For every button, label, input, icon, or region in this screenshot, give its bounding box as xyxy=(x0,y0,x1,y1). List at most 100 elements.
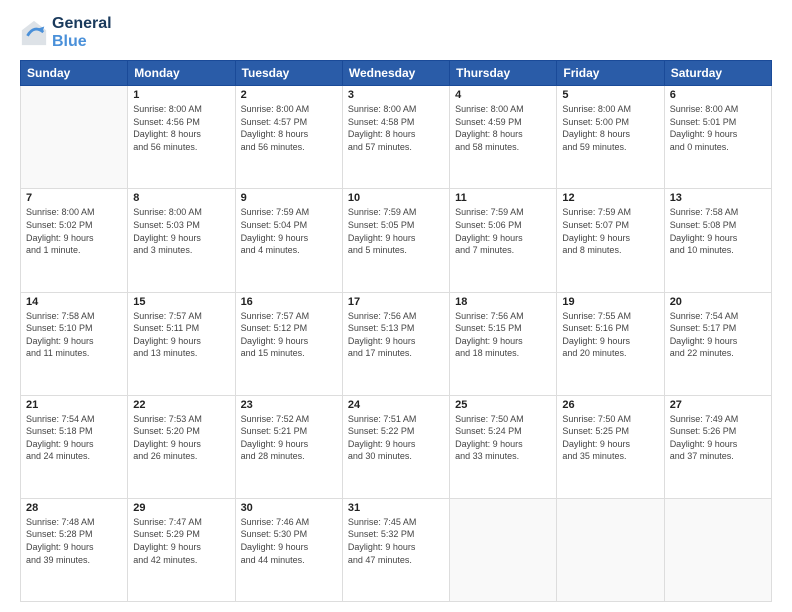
day-number: 28 xyxy=(26,502,122,514)
day-info: Sunrise: 7:45 AMSunset: 5:32 PMDaylight:… xyxy=(348,516,444,566)
day-info: Sunrise: 7:47 AMSunset: 5:29 PMDaylight:… xyxy=(133,516,229,566)
weekday-header-tuesday: Tuesday xyxy=(235,61,342,86)
calendar-cell: 11 Sunrise: 7:59 AMSunset: 5:06 PMDayligh… xyxy=(450,189,557,292)
day-info: Sunrise: 7:48 AMSunset: 5:28 PMDaylight:… xyxy=(26,516,122,566)
day-info: Sunrise: 7:54 AMSunset: 5:17 PMDaylight:… xyxy=(670,310,766,360)
calendar-cell: 9Sunrise: 7:59 AMSunset: 5:04 PMDaylight… xyxy=(235,189,342,292)
day-number: 2 xyxy=(241,89,337,101)
calendar-cell: 8 Sunrise: 8:00 AMSunset: 5:03 PMDaylight… xyxy=(128,189,235,292)
calendar-cell: 2 Sunrise: 8:00 AMSunset: 4:57 PMDaylight… xyxy=(235,86,342,189)
day-number: 17 xyxy=(348,296,444,308)
calendar-cell: 26 Sunrise: 7:50 AMSunset: 5:25 PMDayligh… xyxy=(557,395,664,498)
calendar-cell: 28 Sunrise: 7:48 AMSunset: 5:28 PMDayligh… xyxy=(21,498,128,601)
calendar-cell: 19 Sunrise: 7:55 AMSunset: 5:16 PMDayligh… xyxy=(557,292,664,395)
day-info: Sunrise: 7:59 AMSunset: 5:04 PMDaylight:… xyxy=(241,206,337,256)
calendar-cell: 5Sunrise: 8:00 AMSunset: 5:00 PMDaylight… xyxy=(557,86,664,189)
calendar-table: SundayMondayTuesdayWednesdayThursdayFrid… xyxy=(20,60,772,602)
calendar-cell: 10 Sunrise: 7:59 AMSunset: 5:05 PMDayligh… xyxy=(342,189,449,292)
calendar-cell: 12Sunrise: 7:59 AMSunset: 5:07 PMDayligh… xyxy=(557,189,664,292)
day-number: 16 xyxy=(241,296,337,308)
calendar-cell: 15 Sunrise: 7:57 AMSunset: 5:11 PMDayligh… xyxy=(128,292,235,395)
weekday-header-row: SundayMondayTuesdayWednesdayThursdayFrid… xyxy=(21,61,772,86)
day-info: Sunrise: 7:53 AMSunset: 5:20 PMDaylight:… xyxy=(133,413,229,463)
logo: General Blue xyxy=(20,15,112,50)
day-info: Sunrise: 8:00 AMSunset: 4:59 PMDaylight:… xyxy=(455,103,551,153)
calendar-cell: 31 Sunrise: 7:45 AMSunset: 5:32 PMDayligh… xyxy=(342,498,449,601)
day-number: 8 xyxy=(133,192,229,204)
day-number: 23 xyxy=(241,399,337,411)
calendar-cell xyxy=(664,498,771,601)
week-row-2: 7Sunrise: 8:00 AMSunset: 5:02 PMDaylight… xyxy=(21,189,772,292)
day-info: Sunrise: 7:49 AMSunset: 5:26 PMDaylight:… xyxy=(670,413,766,463)
day-info: Sunrise: 8:00 AMSunset: 5:02 PMDaylight:… xyxy=(26,206,122,256)
day-info: Sunrise: 7:58 AMSunset: 5:10 PMDaylight:… xyxy=(26,310,122,360)
day-number: 3 xyxy=(348,89,444,101)
day-info: Sunrise: 7:55 AMSunset: 5:16 PMDaylight:… xyxy=(562,310,658,360)
calendar-cell: 24Sunrise: 7:51 AMSunset: 5:22 PMDayligh… xyxy=(342,395,449,498)
week-row-3: 14 Sunrise: 7:58 AMSunset: 5:10 PMDayligh… xyxy=(21,292,772,395)
calendar-cell: 16 Sunrise: 7:57 AMSunset: 5:12 PMDayligh… xyxy=(235,292,342,395)
calendar-cell xyxy=(557,498,664,601)
day-number: 30 xyxy=(241,502,337,514)
day-number: 20 xyxy=(670,296,766,308)
weekday-header-monday: Monday xyxy=(128,61,235,86)
calendar-cell xyxy=(21,86,128,189)
day-number: 11 xyxy=(455,192,551,204)
calendar-cell: 14 Sunrise: 7:58 AMSunset: 5:10 PMDayligh… xyxy=(21,292,128,395)
day-number: 4 xyxy=(455,89,551,101)
day-info: Sunrise: 8:00 AMSunset: 5:01 PMDaylight:… xyxy=(670,103,766,153)
day-info: Sunrise: 7:59 AMSunset: 5:05 PMDaylight:… xyxy=(348,206,444,256)
day-number: 25 xyxy=(455,399,551,411)
calendar-cell: 23Sunrise: 7:52 AMSunset: 5:21 PMDayligh… xyxy=(235,395,342,498)
week-row-5: 28 Sunrise: 7:48 AMSunset: 5:28 PMDayligh… xyxy=(21,498,772,601)
weekday-header-thursday: Thursday xyxy=(450,61,557,86)
day-info: Sunrise: 7:59 AMSunset: 5:07 PMDaylight:… xyxy=(562,206,658,256)
day-info: Sunrise: 8:00 AMSunset: 5:00 PMDaylight:… xyxy=(562,103,658,153)
day-info: Sunrise: 7:57 AMSunset: 5:11 PMDaylight:… xyxy=(133,310,229,360)
calendar-cell: 29Sunrise: 7:47 AMSunset: 5:29 PMDayligh… xyxy=(128,498,235,601)
day-info: Sunrise: 8:00 AMSunset: 4:57 PMDaylight:… xyxy=(241,103,337,153)
calendar-cell xyxy=(450,498,557,601)
day-number: 18 xyxy=(455,296,551,308)
day-info: Sunrise: 7:54 AMSunset: 5:18 PMDaylight:… xyxy=(26,413,122,463)
weekday-header-friday: Friday xyxy=(557,61,664,86)
calendar-cell: 22 Sunrise: 7:53 AMSunset: 5:20 PMDayligh… xyxy=(128,395,235,498)
day-number: 6 xyxy=(670,89,766,101)
calendar-cell: 13Sunrise: 7:58 AMSunset: 5:08 PMDayligh… xyxy=(664,189,771,292)
header: General Blue xyxy=(20,15,772,50)
day-number: 10 xyxy=(348,192,444,204)
day-info: Sunrise: 7:57 AMSunset: 5:12 PMDaylight:… xyxy=(241,310,337,360)
calendar-cell: 27 Sunrise: 7:49 AMSunset: 5:26 PMDayligh… xyxy=(664,395,771,498)
day-number: 31 xyxy=(348,502,444,514)
day-number: 27 xyxy=(670,399,766,411)
day-info: Sunrise: 8:00 AMSunset: 4:56 PMDaylight:… xyxy=(133,103,229,153)
day-info: Sunrise: 8:00 AMSunset: 5:03 PMDaylight:… xyxy=(133,206,229,256)
calendar-cell: 21Sunrise: 7:54 AMSunset: 5:18 PMDayligh… xyxy=(21,395,128,498)
day-number: 15 xyxy=(133,296,229,308)
day-info: Sunrise: 7:46 AMSunset: 5:30 PMDaylight:… xyxy=(241,516,337,566)
day-number: 19 xyxy=(562,296,658,308)
day-info: Sunrise: 7:50 AMSunset: 5:25 PMDaylight:… xyxy=(562,413,658,463)
logo-text: General Blue xyxy=(52,15,112,50)
day-info: Sunrise: 7:58 AMSunset: 5:08 PMDaylight:… xyxy=(670,206,766,256)
day-info: Sunrise: 7:59 AMSunset: 5:06 PMDaylight:… xyxy=(455,206,551,256)
calendar-cell: 4 Sunrise: 8:00 AMSunset: 4:59 PMDaylight… xyxy=(450,86,557,189)
day-number: 1 xyxy=(133,89,229,101)
calendar-cell: 30 Sunrise: 7:46 AMSunset: 5:30 PMDayligh… xyxy=(235,498,342,601)
day-number: 26 xyxy=(562,399,658,411)
weekday-header-sunday: Sunday xyxy=(21,61,128,86)
calendar-cell: 18Sunrise: 7:56 AMSunset: 5:15 PMDayligh… xyxy=(450,292,557,395)
calendar-cell: 17 Sunrise: 7:56 AMSunset: 5:13 PMDayligh… xyxy=(342,292,449,395)
day-number: 22 xyxy=(133,399,229,411)
day-number: 24 xyxy=(348,399,444,411)
calendar-cell: 25Sunrise: 7:50 AMSunset: 5:24 PMDayligh… xyxy=(450,395,557,498)
day-info: Sunrise: 8:00 AMSunset: 4:58 PMDaylight:… xyxy=(348,103,444,153)
weekday-header-wednesday: Wednesday xyxy=(342,61,449,86)
calendar-cell: 7Sunrise: 8:00 AMSunset: 5:02 PMDaylight… xyxy=(21,189,128,292)
calendar-cell: 3 Sunrise: 8:00 AMSunset: 4:58 PMDaylight… xyxy=(342,86,449,189)
calendar-page: General Blue SundayMondayTuesdayWednesda… xyxy=(0,0,792,612)
week-row-1: 1 Sunrise: 8:00 AMSunset: 4:56 PMDaylight… xyxy=(21,86,772,189)
day-number: 14 xyxy=(26,296,122,308)
day-info: Sunrise: 7:56 AMSunset: 5:13 PMDaylight:… xyxy=(348,310,444,360)
week-row-4: 21Sunrise: 7:54 AMSunset: 5:18 PMDayligh… xyxy=(21,395,772,498)
